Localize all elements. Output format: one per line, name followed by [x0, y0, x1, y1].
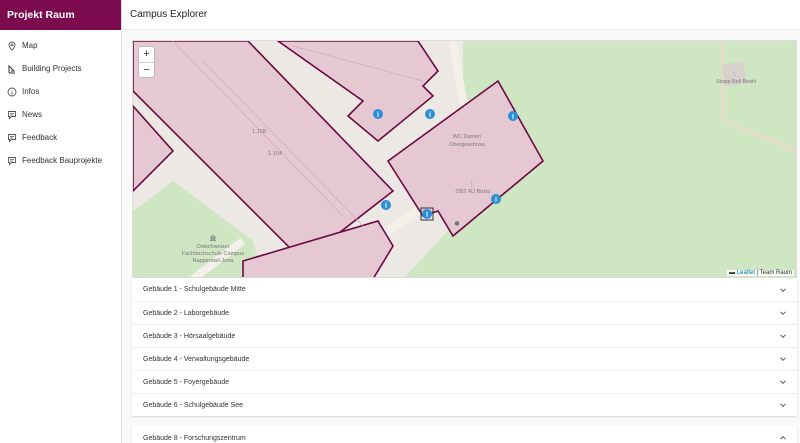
- sidebar-item-feedback-bauprojekte[interactable]: Feedback Bauprojekte: [0, 149, 121, 172]
- map-label-campus: Rapperswil-Jona: [193, 258, 235, 264]
- accordion-item-label: Gebäude 8 - Forschungszentrum: [143, 434, 246, 442]
- map-label-room: 1.158: [252, 129, 266, 135]
- chevron-down-icon: [780, 311, 786, 316]
- sidebar-item-label: Building Projects: [22, 64, 82, 73]
- map-label-room: 1.154: [268, 151, 282, 157]
- parking-icon: ●: [454, 220, 459, 227]
- accordion-item-gebaeude-6[interactable]: Gebäude 6 - Schulgebäude See: [132, 393, 797, 416]
- info-marker-icon[interactable]: i: [491, 194, 501, 204]
- map-label-wc: WC Damen: [453, 134, 481, 140]
- accordion-item-gebaeude-2[interactable]: Gebäude 2 - Laborgebäude: [132, 301, 797, 324]
- svg-text:i: i: [385, 202, 387, 210]
- sidebar-nav: Map Building Projects Infos News Feedbac…: [0, 30, 121, 172]
- sidebar-item-map[interactable]: Map: [0, 34, 121, 57]
- campus-map[interactable]: 1.158 1.154 WC Damen Obergeschoss OST RJ…: [132, 40, 797, 278]
- sidebar-item-feedback[interactable]: Feedback: [0, 126, 121, 149]
- accordion-item-gebaeude-4[interactable]: Gebäude 4 - Verwaltungsgebäude: [132, 347, 797, 370]
- restaurant-icon: 🍴: [731, 70, 738, 78]
- chevron-down-icon: [780, 287, 786, 292]
- accordion-item-label: Gebäude 5 - Foyergebäude: [143, 378, 230, 386]
- accordion-item-label: Gebäude 3 - Hörsaalgebäude: [143, 332, 236, 340]
- map-attribution: ▬ Leaflet | Team Raum: [727, 270, 794, 276]
- flag-icon: ▬: [729, 270, 736, 276]
- building-accordion: Gebäude 1 - Schulgebäude Mitte Gebäude 2…: [132, 278, 797, 416]
- crane-icon: [8, 64, 16, 73]
- map-label-stopp: Stopp Bell Beizli: [716, 79, 756, 85]
- page-title: Campus Explorer: [130, 9, 208, 20]
- chevron-down-icon: [780, 334, 786, 339]
- info-icon: [7, 87, 17, 96]
- sidebar-item-label: Map: [22, 41, 38, 50]
- sidebar-item-infos[interactable]: Infos: [0, 80, 121, 103]
- accordion-item-gebaeude-8[interactable]: Gebäude 8 - Forschungszentrum: [132, 426, 797, 443]
- sidebar: Projekt Raum Map Building Projects Infos…: [0, 0, 122, 443]
- sidebar-item-news[interactable]: News: [0, 103, 121, 126]
- attribution-text: | Team Raum: [754, 270, 792, 276]
- feedback-icon: [8, 156, 16, 166]
- zoom-in-button[interactable]: +: [139, 47, 154, 62]
- brand-title[interactable]: Projekt Raum: [0, 0, 121, 30]
- megaphone-icon: [8, 110, 16, 120]
- zoom-out-button[interactable]: −: [139, 62, 154, 77]
- svg-text:i: i: [377, 111, 379, 119]
- accordion-item-label: Gebäude 4 - Verwaltungsgebäude: [143, 355, 250, 363]
- sidebar-item-label: Feedback: [22, 133, 58, 142]
- chevron-up-icon: [780, 435, 786, 440]
- svg-text:i: i: [495, 196, 497, 204]
- zoom-control: + −: [138, 46, 155, 78]
- chevron-down-icon: [780, 403, 786, 408]
- info-marker-icon[interactable]: i: [425, 109, 435, 119]
- leaflet-link[interactable]: Leaflet: [737, 270, 755, 276]
- map-pin-icon: [8, 41, 16, 51]
- accordion-item-label: Gebäude 1 - Schulgebäude Mitte: [143, 286, 246, 293]
- svg-text:i: i: [429, 111, 431, 119]
- feedback-icon: [8, 133, 16, 143]
- chevron-down-icon: [780, 380, 786, 385]
- map-label-wc: Obergeschoss: [449, 142, 485, 148]
- accordion-item-label: Gebäude 6 - Schulgebäude See: [143, 401, 244, 409]
- accordion-item-label: Gebäude 2 - Laborgebäude: [143, 309, 230, 317]
- svg-text:i: i: [512, 113, 514, 121]
- accordion-item-gebaeude-3[interactable]: Gebäude 3 - Hörsaalgebäude: [132, 324, 797, 347]
- info-marker-icon[interactable]: i: [373, 109, 383, 119]
- sidebar-item-label: Infos: [22, 87, 40, 96]
- map-label-campus: Ostschweizer: [196, 244, 229, 250]
- sidebar-item-label: Feedback Bauprojekte: [22, 156, 103, 165]
- chevron-down-icon: [780, 357, 786, 362]
- info-marker-icon[interactable]: i: [508, 111, 518, 121]
- map-label-bistro: OST RJ Bistro: [455, 189, 490, 195]
- svg-text:i: i: [426, 211, 428, 219]
- accordion-item-gebaeude-5[interactable]: Gebäude 5 - Foyergebäude: [132, 370, 797, 393]
- restaurant-icon: 🍴: [469, 180, 476, 188]
- app-header: Campus Explorer: [122, 0, 800, 30]
- map-canvas[interactable]: 1.158 1.154 WC Damen Obergeschoss OST RJ…: [133, 41, 797, 278]
- sidebar-item-building-projects[interactable]: Building Projects: [0, 57, 121, 80]
- map-label-campus: Fachhochschule Campus: [182, 251, 244, 257]
- accordion-item-gebaeude-1[interactable]: Gebäude 1 - Schulgebäude Mitte: [132, 278, 797, 301]
- sidebar-item-label: News: [22, 110, 43, 119]
- school-icon: 🏛: [209, 234, 217, 242]
- info-marker-icon[interactable]: i: [381, 200, 391, 210]
